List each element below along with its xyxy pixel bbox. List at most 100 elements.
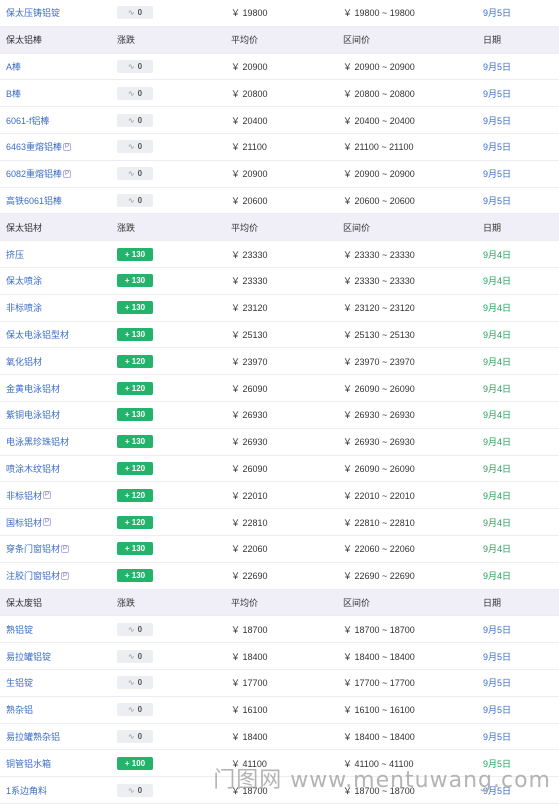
product-name-link[interactable]: 挤压 xyxy=(6,241,24,267)
table-row[interactable]: 电泳黑珍珠铝材 + 130 ￥ 26930 ￥ 26930 ~ 26930 9月4日 xyxy=(0,429,559,456)
product-name-link-text[interactable]: 保太喷涂 xyxy=(6,274,42,287)
table-row[interactable]: 喷涂木纹铝材 + 120 ￥ 26090 ￥ 26090 ~ 26090 9月4日 xyxy=(0,456,559,483)
section-title: 保太废铝 xyxy=(6,590,42,616)
product-name-link[interactable]: 铜管铝水箱 xyxy=(6,750,51,776)
product-name-link-text[interactable]: 国标铝材 xyxy=(6,516,42,529)
table-row[interactable]: 穿条门窗铝材 P + 130 ￥ 22060 ￥ 22060 ~ 22060 9月4日 xyxy=(0,536,559,563)
product-name-link[interactable]: 6082重熔铝棒 P xyxy=(6,161,72,187)
product-name-link-text[interactable]: 1系边角料 xyxy=(6,784,47,797)
product-name-link[interactable]: 国标铝材 P xyxy=(6,509,52,535)
price-date: 9月4日 xyxy=(483,509,511,535)
product-name-link-text[interactable]: 挤压 xyxy=(6,248,24,261)
table-row[interactable]: 保太喷涂 + 130 ￥ 23330 ￥ 23330 ~ 23330 9月4日 xyxy=(0,268,559,295)
product-name-link[interactable]: 金黄电泳铝材 xyxy=(6,375,60,401)
product-name-link-text[interactable]: 生铝锭 xyxy=(6,676,33,689)
product-name-link-text[interactable]: 注胶门窗铝材 xyxy=(6,569,60,582)
product-name-link[interactable]: B棒 xyxy=(6,80,21,106)
product-name-link-text[interactable]: 非标喷涂 xyxy=(6,301,42,314)
flat-trend-icon: ∿ xyxy=(127,169,135,179)
product-name-link[interactable]: 非标喷涂 xyxy=(6,295,42,321)
change-flat-badge: ∿ 0 xyxy=(117,703,153,717)
product-name-link[interactable]: 易拉罐铝锭 xyxy=(6,643,51,669)
range-price: ￥ 16100 ~ 16100 xyxy=(343,697,415,723)
product-name-link[interactable]: 保太喷涂 xyxy=(6,268,42,294)
product-name-link-text[interactable]: 易拉罐铝锭 xyxy=(6,650,51,663)
table-row[interactable]: 金黄电泳铝材 + 120 ￥ 26090 ￥ 26090 ~ 26090 9月4日 xyxy=(0,375,559,402)
avg-price: ￥ 22060 xyxy=(231,536,268,562)
product-name-link[interactable]: 电泳黑珍珠铝材 xyxy=(6,429,69,455)
table-row[interactable]: 熟杂铝 ∿ 0 ￥ 16100 ￥ 16100 ~ 16100 9月5日 xyxy=(0,697,559,724)
product-name-link-text[interactable]: B棒 xyxy=(6,87,21,100)
product-name-link-text[interactable]: 铜管铝水箱 xyxy=(6,757,51,770)
product-name-link-text[interactable]: 6082重熔铝棒 xyxy=(6,167,62,180)
table-row[interactable]: 保太压铸铝锭 ∿ 0 ￥ 19800 ￥ 19800 ~ 19800 9月5日 xyxy=(0,0,559,27)
avg-price-text: ￥ 22060 xyxy=(231,544,268,555)
table-row[interactable]: 生铝锭 ∿ 0 ￥ 17700 ￥ 17700 ~ 17700 9月5日 xyxy=(0,670,559,697)
product-name-link-text[interactable]: 高铁6061铝棒 xyxy=(6,194,62,207)
table-row[interactable]: 6082重熔铝棒 P ∿ 0 ￥ 20900 ￥ 20900 ~ 20900 9月5日 xyxy=(0,161,559,188)
product-name-link-text[interactable]: 保太压铸铝锭 xyxy=(6,6,60,19)
product-name-link[interactable]: 喷涂木纹铝材 xyxy=(6,456,60,482)
range-price: ￥ 22810 ~ 22810 xyxy=(343,509,415,535)
product-name-link-text[interactable]: 紫铜电泳铝材 xyxy=(6,408,60,421)
table-row[interactable]: 6061-f铝棒 ∿ 0 ￥ 20400 ￥ 20400 ~ 20400 9月5日 xyxy=(0,107,559,134)
table-row[interactable]: 紫铜电泳铝材 + 130 ￥ 26930 ￥ 26930 ~ 26930 9月4日 xyxy=(0,402,559,429)
change-column-header-text: 涨跌 xyxy=(117,35,136,46)
product-name-link-text[interactable]: 电泳黑珍珠铝材 xyxy=(6,435,69,448)
price-date: 9月4日 xyxy=(483,482,511,508)
table-row[interactable]: 非标喷涂 + 130 ￥ 23120 ￥ 23120 ~ 23120 9月4日 xyxy=(0,295,559,322)
table-row[interactable]: 高铁6061铝棒 ∿ 0 ￥ 20600 ￥ 20600 ~ 20600 9月5日 xyxy=(0,188,559,215)
table-row[interactable]: 易拉罐熟杂铝 ∿ 0 ￥ 18400 ￥ 18400 ~ 18400 9月5日 xyxy=(0,724,559,751)
table-row[interactable]: 国标铝材 P + 120 ￥ 22810 ￥ 22810 ~ 22810 9月4日 xyxy=(0,509,559,536)
product-name-link-text[interactable]: 氧化铝材 xyxy=(6,355,42,368)
avg-price: ￥ 23330 xyxy=(231,241,268,267)
table-row[interactable]: A棒 ∿ 0 ￥ 20900 ￥ 20900 ~ 20900 9月5日 xyxy=(0,54,559,81)
product-name-link[interactable]: 易拉罐熟杂铝 xyxy=(6,724,60,750)
change-flat-badge: ∿ 0 xyxy=(117,622,153,636)
table-row[interactable]: 注胶门窗铝材 P + 130 ￥ 22690 ￥ 22690 ~ 22690 9月4日 xyxy=(0,563,559,590)
product-name-link-text[interactable]: 易拉罐熟杂铝 xyxy=(6,730,60,743)
table-row[interactable]: 非标铝材 P + 120 ￥ 22010 ￥ 22010 ~ 22010 9月4日 xyxy=(0,482,559,510)
avg-price: ￥ 22810 xyxy=(231,509,268,535)
product-name-link[interactable]: 穿条门窗铝材 P xyxy=(6,536,70,562)
product-name-link[interactable]: 氧化铝材 xyxy=(6,348,42,374)
product-name-link-text[interactable]: 6463重熔铝棒 xyxy=(6,140,62,153)
range-price-text: ￥ 26090 ~ 26090 xyxy=(343,463,415,474)
product-name-link[interactable]: 非标铝材 P xyxy=(6,482,52,508)
table-row[interactable]: 氧化铝材 + 120 ￥ 23970 ￥ 23970 ~ 23970 9月4日 xyxy=(0,348,559,376)
change-value: + 130 xyxy=(124,410,146,420)
product-name-link[interactable]: 熟铝锭 xyxy=(6,616,33,642)
table-row[interactable]: 保太电泳铝型材 + 130 ￥ 25130 ￥ 25130 ~ 25130 9月4日 xyxy=(0,322,559,349)
product-name-link-text[interactable]: 非标铝材 xyxy=(6,489,42,502)
product-name-link-text[interactable]: 金黄电泳铝材 xyxy=(6,382,60,395)
change-up-badge: + 130 xyxy=(117,274,153,288)
product-name-link[interactable]: 高铁6061铝棒 xyxy=(6,188,62,214)
table-row[interactable]: B棒 ∿ 0 ￥ 20800 ￥ 20800 ~ 20800 9月5日 xyxy=(0,80,559,108)
product-name-link[interactable]: 紫铜电泳铝材 xyxy=(6,402,60,428)
product-name-link[interactable]: 1系边角料 xyxy=(6,777,47,803)
product-name-link[interactable]: 保太电泳铝型材 xyxy=(6,322,69,348)
product-name-link[interactable]: 注胶门窗铝材 P xyxy=(6,563,70,589)
table-row[interactable]: 挤压 + 130 ￥ 23330 ￥ 23330 ~ 23330 9月4日 xyxy=(0,241,559,268)
product-name-link[interactable]: 熟杂铝 xyxy=(6,697,33,723)
avg-price: ￥ 18700 xyxy=(231,616,268,642)
price-date-text: 9月5日 xyxy=(483,624,512,635)
product-name-link[interactable]: A棒 xyxy=(6,54,21,80)
product-name-link-text[interactable]: A棒 xyxy=(6,60,21,73)
table-row[interactable]: 熟铝锭 ∿ 0 ￥ 18700 ￥ 18700 ~ 18700 9月5日 xyxy=(0,616,559,644)
product-name-link[interactable]: 6463重熔铝棒 P xyxy=(6,134,72,160)
product-name-link-text[interactable]: 熟杂铝 xyxy=(6,703,33,716)
product-name-link-text[interactable]: 熟铝锭 xyxy=(6,623,33,636)
change-cell: + 120 xyxy=(117,456,153,482)
product-name-link-text[interactable]: 6061-f铝棒 xyxy=(6,114,50,127)
product-name-link-text[interactable]: 喷涂木纹铝材 xyxy=(6,462,60,475)
table-row[interactable]: 易拉罐铝锭 ∿ 0 ￥ 18400 ￥ 18400 ~ 18400 9月5日 xyxy=(0,643,559,670)
product-name-link[interactable]: 保太压铸铝锭 xyxy=(6,0,60,26)
product-name-link[interactable]: 生铝锭 xyxy=(6,670,33,696)
product-name-link-text[interactable]: 保太电泳铝型材 xyxy=(6,328,69,341)
product-name-link[interactable]: 6061-f铝棒 xyxy=(6,107,50,133)
table-row[interactable]: 6463重熔铝棒 P ∿ 0 ￥ 21100 ￥ 21100 ~ 21100 9月5日 xyxy=(0,134,559,161)
product-name-link-text[interactable]: 穿条门窗铝材 xyxy=(6,542,60,555)
price-date: 9月4日 xyxy=(483,348,511,374)
range-price: ￥ 26090 ~ 26090 xyxy=(343,375,415,401)
